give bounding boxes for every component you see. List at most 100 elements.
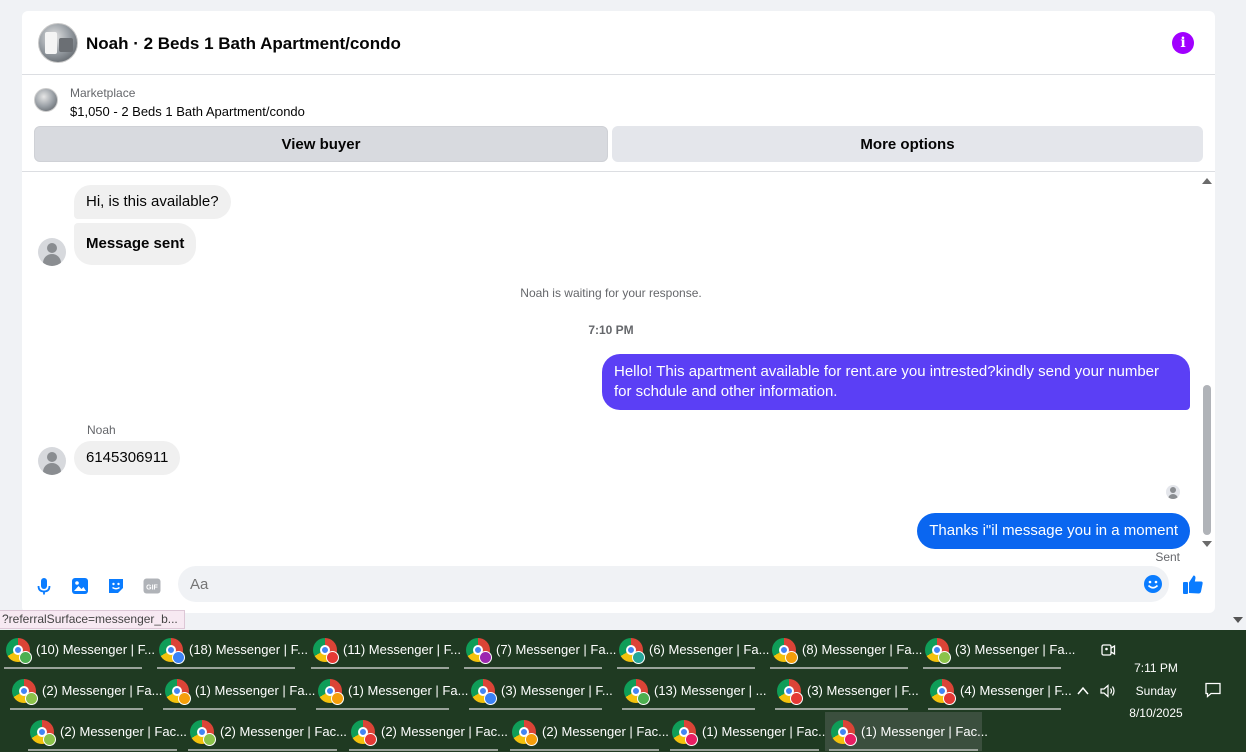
- taskbar-window-button[interactable]: (2) Messenger | Fac...: [345, 712, 508, 751]
- more-options-button[interactable]: More options: [612, 126, 1203, 162]
- running-indicator: [829, 749, 978, 751]
- message-list: Hi, is this available? Message sent Noah…: [22, 173, 1200, 563]
- taskbar-window-button[interactable]: (2) Messenger | Fac...: [24, 712, 187, 751]
- taskbar-window-button[interactable]: (3) Messenger | F...: [771, 671, 919, 710]
- emoji-icon[interactable]: [1143, 574, 1163, 594]
- taskbar-window-button[interactable]: (11) Messenger | F...: [307, 630, 461, 669]
- taskbar-window-button[interactable]: (1) Messenger | Fac...: [666, 712, 829, 751]
- taskbar-window-label: (6) Messenger | Fa...: [649, 642, 770, 657]
- gif-icon[interactable]: GIF: [142, 576, 162, 596]
- taskbar-window-button[interactable]: (4) Messenger | F...: [924, 671, 1072, 710]
- profile-badge-icon: [632, 650, 645, 664]
- running-indicator: [510, 749, 659, 751]
- read-receipt-avatar: [1166, 485, 1180, 499]
- taskbar-window-label: (18) Messenger | F...: [189, 642, 308, 657]
- conversation-avatar[interactable]: [38, 23, 78, 63]
- chrome-icon: [471, 678, 497, 705]
- running-indicator: [311, 667, 449, 669]
- running-indicator: [10, 708, 143, 710]
- running-indicator: [928, 708, 1061, 710]
- view-buyer-button[interactable]: View buyer: [34, 126, 608, 162]
- taskbar-window-button[interactable]: (18) Messenger | F...: [153, 630, 308, 669]
- scroll-down-arrow[interactable]: [1202, 541, 1212, 547]
- taskbar-window-label: (7) Messenger | Fa...: [496, 642, 617, 657]
- taskbar-window-button[interactable]: (1) Messenger | Fa...: [159, 671, 315, 710]
- listing-thumbnail[interactable]: [34, 88, 58, 112]
- profile-badge-icon: [479, 650, 492, 664]
- taskbar-window-label: (2) Messenger | Fac...: [542, 724, 669, 739]
- listing-title[interactable]: $1,050 - 2 Beds 1 Bath Apartment/condo: [70, 104, 305, 119]
- running-indicator: [775, 708, 908, 710]
- taskbar-window-label: (3) Messenger | F...: [501, 683, 613, 698]
- taskbar-window-button[interactable]: (8) Messenger | Fa...: [766, 630, 922, 669]
- scroll-thumb[interactable]: [1203, 385, 1211, 535]
- microphone-icon[interactable]: [34, 576, 54, 596]
- taskbar-window-label: (11) Messenger | F...: [343, 642, 462, 657]
- running-indicator: [163, 708, 296, 710]
- clock-time[interactable]: 7:11 PM: [1106, 661, 1206, 675]
- taskbar-window-button[interactable]: (2) Messenger | Fa...: [6, 671, 162, 710]
- conversation-title[interactable]: Noah · 2 Beds 1 Bath Apartment/condo: [86, 34, 401, 54]
- chrome-icon: [190, 719, 216, 746]
- taskbar-window-button[interactable]: (2) Messenger | Fac...: [184, 712, 347, 751]
- photo-icon[interactable]: [70, 576, 90, 596]
- message-scrollbar[interactable]: [1200, 173, 1215, 563]
- taskbar-window-button[interactable]: (3) Messenger | Fa...: [919, 630, 1075, 669]
- taskbar-window-button[interactable]: (10) Messenger | F...: [0, 630, 155, 669]
- chrome-icon: [777, 678, 803, 705]
- profile-badge-icon: [43, 732, 56, 746]
- running-indicator: [316, 708, 449, 710]
- running-indicator: [188, 749, 337, 751]
- running-indicator: [157, 667, 295, 669]
- taskbar-window-button[interactable]: (1) Messenger | Fa...: [312, 671, 468, 710]
- clock-day[interactable]: Sunday: [1106, 684, 1206, 698]
- notification-icon[interactable]: [1204, 681, 1222, 699]
- clock-date[interactable]: 8/10/2025: [1106, 706, 1206, 720]
- profile-badge-icon: [637, 691, 650, 705]
- taskbar-window-button[interactable]: (6) Messenger | Fa...: [613, 630, 769, 669]
- profile-badge-icon: [943, 691, 956, 705]
- page-scroll-down-arrow[interactable]: [1233, 617, 1243, 623]
- taskbar-window-label: (2) Messenger | Fac...: [381, 724, 508, 739]
- profile-badge-icon: [484, 691, 497, 705]
- contact-avatar[interactable]: [38, 447, 66, 475]
- running-indicator: [464, 667, 602, 669]
- taskbar-window-button[interactable]: (7) Messenger | Fa...: [460, 630, 616, 669]
- chrome-icon: [925, 637, 951, 664]
- info-icon[interactable]: i: [1172, 32, 1194, 54]
- taskbar-window-button[interactable]: (3) Messenger | F...: [465, 671, 613, 710]
- chrome-icon: [165, 678, 191, 705]
- profile-badge-icon: [326, 650, 339, 664]
- chrome-icon: [466, 637, 492, 664]
- message-timestamp: 7:10 PM: [588, 323, 634, 337]
- running-indicator: [469, 708, 602, 710]
- taskbar-window-label: (1) Messenger | Fac...: [702, 724, 829, 739]
- chrome-icon: [12, 678, 38, 705]
- taskbar-window-button[interactable]: (13) Messenger | ...: [618, 671, 766, 710]
- thumbs-up-icon[interactable]: [1182, 573, 1204, 595]
- profile-badge-icon: [172, 650, 185, 664]
- taskbar-window-button[interactable]: (2) Messenger | Fac...: [506, 712, 669, 751]
- chrome-icon: [351, 719, 377, 746]
- running-indicator: [28, 749, 177, 751]
- profile-badge-icon: [364, 732, 377, 746]
- sticker-icon[interactable]: [106, 576, 126, 596]
- profile-badge-icon: [938, 650, 951, 664]
- chat-header: Noah · 2 Beds 1 Bath Apartment/condo i: [22, 11, 1215, 75]
- message-input[interactable]: [178, 566, 1169, 602]
- profile-badge-icon: [844, 732, 857, 746]
- meet-now-icon[interactable]: [1100, 642, 1116, 658]
- profile-badge-icon: [203, 732, 216, 746]
- chevron-up-icon[interactable]: [1076, 684, 1090, 698]
- running-indicator: [4, 667, 142, 669]
- running-indicator: [770, 667, 908, 669]
- running-indicator: [617, 667, 755, 669]
- profile-badge-icon: [785, 650, 798, 664]
- taskbar-window-label: (1) Messenger | Fac...: [861, 724, 988, 739]
- sender-name: Noah: [87, 423, 116, 437]
- profile-badge-icon: [525, 732, 538, 746]
- incoming-message: Message sent: [74, 223, 197, 265]
- contact-avatar[interactable]: [38, 238, 66, 266]
- taskbar-window-button[interactable]: (1) Messenger | Fac...: [825, 712, 988, 751]
- scroll-up-arrow[interactable]: [1202, 178, 1212, 184]
